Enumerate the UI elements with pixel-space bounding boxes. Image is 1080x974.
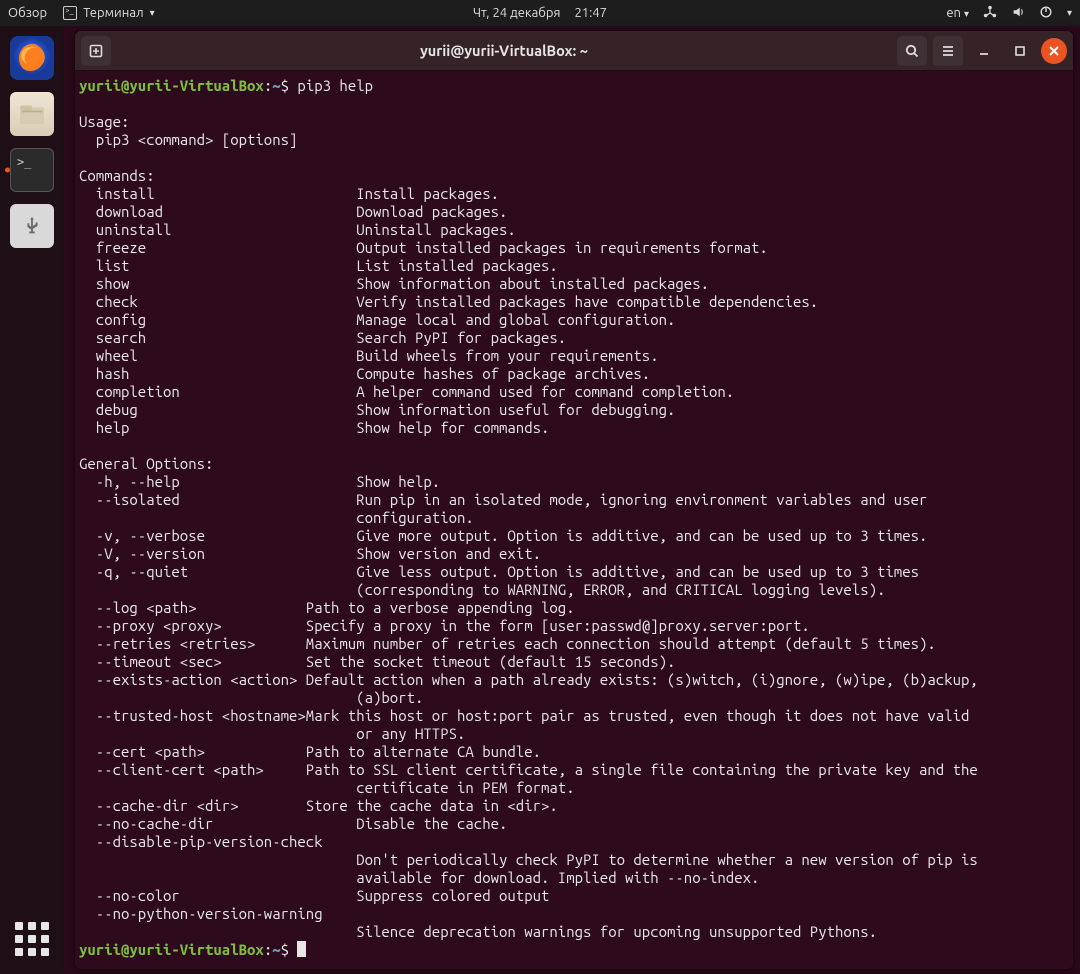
system-menu-chevron-icon[interactable]: ▾	[1067, 7, 1072, 19]
show-applications-button[interactable]	[15, 922, 49, 956]
app-menu[interactable]: Терминал ▾	[63, 6, 155, 20]
new-tab-button[interactable]	[81, 36, 111, 66]
maximize-button[interactable]	[1005, 36, 1035, 66]
terminal-launcher[interactable]	[10, 148, 54, 192]
launcher-dock	[0, 26, 64, 974]
gnome-topbar: Обзор Терминал ▾ Чт, 24 декабря 21:47 en…	[0, 0, 1080, 26]
chevron-down-icon: ▾	[150, 7, 155, 19]
files-launcher[interactable]	[10, 92, 54, 136]
chevron-down-icon: ▾	[964, 8, 969, 19]
firefox-launcher[interactable]	[10, 36, 54, 80]
hamburger-menu-button[interactable]	[933, 36, 963, 66]
search-button[interactable]	[897, 36, 927, 66]
window-titlebar[interactable]: yurii@yurii-VirtualBox: ~	[75, 31, 1073, 71]
activities-button[interactable]: Обзор	[8, 6, 47, 20]
terminal-window: yurii@yurii-VirtualBox: ~ yurii@yurii-Vi…	[74, 30, 1074, 970]
terminal-icon	[63, 6, 77, 20]
app-menu-label: Терминал	[83, 6, 143, 20]
usb-device-launcher[interactable]	[10, 204, 54, 248]
minimize-button[interactable]	[969, 36, 999, 66]
topbar-time[interactable]: 21:47	[574, 6, 607, 20]
terminal-output[interactable]: yurii@yurii-VirtualBox:~$ pip3 help Usag…	[75, 71, 1073, 969]
network-icon[interactable]	[983, 5, 997, 22]
power-icon[interactable]	[1039, 5, 1053, 22]
window-title: yurii@yurii-VirtualBox: ~	[117, 42, 891, 59]
topbar-date[interactable]: Чт, 24 декабря	[473, 6, 560, 20]
input-language[interactable]: en ▾	[946, 6, 969, 20]
running-indicator-icon	[5, 168, 10, 173]
close-button[interactable]	[1041, 38, 1067, 64]
volume-icon[interactable]	[1011, 5, 1025, 22]
